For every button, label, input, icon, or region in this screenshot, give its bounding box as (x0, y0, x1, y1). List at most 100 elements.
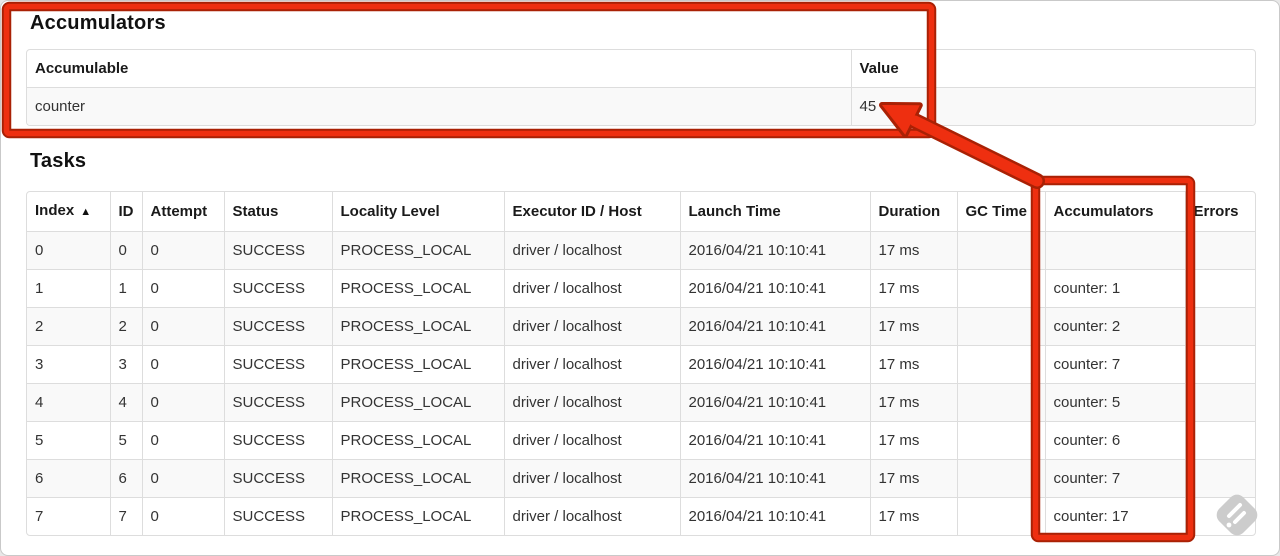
task-row: 4 4 0 SUCCESS PROCESS_LOCAL driver / localhos… (27, 383, 1255, 422)
errors-column-header[interactable]: Errors (1185, 192, 1255, 232)
task-cell: PROCESS_LOCAL (332, 269, 505, 308)
task-cell: 0 (142, 421, 225, 460)
index-column-label: Index (35, 202, 75, 219)
task-row: 1 1 0 SUCCESS PROCESS_LOCAL driver / localhos… (27, 269, 1255, 308)
task-cell: 2016/04/21 10:10:41 (680, 421, 871, 460)
task-cell: 17 ms (870, 307, 958, 346)
task-cell: driver / localhost (504, 383, 681, 422)
status-column-header[interactable]: Status (224, 192, 333, 232)
task-cell: driver / localhost (504, 345, 681, 384)
task-cell: 1 (110, 269, 143, 308)
task-cell: 17 ms (870, 383, 958, 422)
task-cell: counter: 1 (1045, 269, 1186, 308)
task-cell: 5 (110, 421, 143, 460)
task-cell: 17 ms (870, 345, 958, 384)
task-cell: counter: 5 (1045, 383, 1186, 422)
tasks-header-row: Index ▲ ID Attempt Status Locality Level … (27, 192, 1255, 232)
task-row: 5 5 0 SUCCESS PROCESS_LOCAL driver / localhos… (27, 421, 1255, 460)
task-row: 0 0 0 SUCCESS PROCESS_LOCAL driver / localhos… (27, 231, 1255, 270)
task-cell: 2016/04/21 10:10:41 (680, 383, 871, 422)
task-cell (1185, 345, 1255, 384)
task-row: 3 3 0 SUCCESS PROCESS_LOCAL driver / localhos… (27, 345, 1255, 384)
gc-time-column-header[interactable]: GC Time (957, 192, 1046, 232)
value-column-header[interactable]: Value (851, 50, 1255, 88)
accumulable-column-header[interactable]: Accumulable (27, 50, 852, 88)
task-cell: 0 (142, 383, 225, 422)
task-cell: SUCCESS (224, 231, 333, 270)
task-cell: counter: 6 (1045, 421, 1186, 460)
task-cell: driver / localhost (504, 231, 681, 270)
task-cell: 0 (27, 231, 111, 270)
task-cell (957, 269, 1046, 308)
task-cell (957, 307, 1046, 346)
task-cell (1185, 383, 1255, 422)
accumulators-section-title: Accumulators (30, 12, 166, 34)
task-cell: driver / localhost (504, 269, 681, 308)
task-cell: PROCESS_LOCAL (332, 231, 505, 270)
task-cell (1185, 307, 1255, 346)
task-cell: driver / localhost (504, 307, 681, 346)
task-cell: 0 (142, 497, 225, 535)
attempt-column-header[interactable]: Attempt (142, 192, 225, 232)
task-cell: PROCESS_LOCAL (332, 459, 505, 498)
task-cell: 2016/04/21 10:10:41 (680, 497, 871, 535)
task-cell: 0 (142, 459, 225, 498)
index-column-header[interactable]: Index ▲ (27, 192, 111, 232)
task-cell: SUCCESS (224, 345, 333, 384)
accumulator-value-cell: 45 (859, 98, 877, 115)
task-cell: SUCCESS (224, 269, 333, 308)
task-cell: SUCCESS (224, 383, 333, 422)
task-cell (957, 497, 1046, 535)
task-cell: 0 (142, 231, 225, 270)
task-cell: 17 ms (870, 231, 958, 270)
locality-level-column-header[interactable]: Locality Level (332, 192, 505, 232)
accumulators-header-row: Accumulable Value (27, 50, 1255, 88)
task-cell: 0 (110, 231, 143, 270)
task-cell: SUCCESS (224, 459, 333, 498)
executor-id-host-column-header[interactable]: Executor ID / Host (504, 192, 681, 232)
task-cell: driver / localhost (504, 421, 681, 460)
accumulable-name-cell: counter (27, 87, 852, 125)
task-cell: 2 (27, 307, 111, 346)
task-row: 2 2 0 SUCCESS PROCESS_LOCAL driver / localhos… (27, 307, 1255, 346)
task-cell: driver / localhost (504, 459, 681, 498)
task-cell: 3 (27, 345, 111, 384)
task-cell: 5 (27, 421, 111, 460)
sort-ascending-icon: ▲ (80, 206, 92, 218)
task-cell (957, 459, 1046, 498)
task-cell: 4 (27, 383, 111, 422)
task-cell: 2016/04/21 10:10:41 (680, 269, 871, 308)
task-cell (957, 383, 1046, 422)
task-cell: 0 (142, 345, 225, 384)
task-cell: 6 (110, 459, 143, 498)
task-cell: driver / localhost (504, 497, 681, 535)
task-cell (1185, 498, 1255, 536)
tasks-table-body: 0 0 0 SUCCESS PROCESS_LOCAL driver / localhos… (27, 231, 1255, 536)
task-cell: PROCESS_LOCAL (332, 497, 505, 535)
task-cell: 2016/04/21 10:10:41 (680, 307, 871, 346)
spark-stage-page: Accumulators Accumulable Value counter 4… (0, 0, 1280, 556)
tasks-table: Index ▲ ID Attempt Status Locality Level … (26, 191, 1256, 536)
task-cell (957, 421, 1046, 460)
task-cell: 2016/04/21 10:10:41 (680, 345, 871, 384)
task-cell (957, 345, 1046, 384)
task-cell: 0 (142, 307, 225, 346)
task-cell: 6 (27, 459, 111, 498)
duration-column-header[interactable]: Duration (870, 192, 958, 232)
task-cell: SUCCESS (224, 421, 333, 460)
task-cell: SUCCESS (224, 307, 333, 346)
task-cell: counter: 17 (1045, 497, 1186, 535)
task-cell: counter: 7 (1045, 345, 1186, 384)
task-cell: PROCESS_LOCAL (332, 383, 505, 422)
id-column-header[interactable]: ID (110, 192, 143, 232)
task-cell: PROCESS_LOCAL (332, 345, 505, 384)
launch-time-column-header[interactable]: Launch Time (680, 192, 871, 232)
task-cell: 2016/04/21 10:10:41 (680, 231, 871, 270)
task-row: 6 6 0 SUCCESS PROCESS_LOCAL driver / localhos… (27, 459, 1255, 498)
task-cell: PROCESS_LOCAL (332, 307, 505, 346)
task-cell: 7 (27, 497, 111, 535)
task-cell: 4 (110, 383, 143, 422)
task-cell (1185, 421, 1255, 460)
accumulators-column-header[interactable]: Accumulators (1045, 192, 1186, 232)
task-cell: 1 (27, 269, 111, 308)
